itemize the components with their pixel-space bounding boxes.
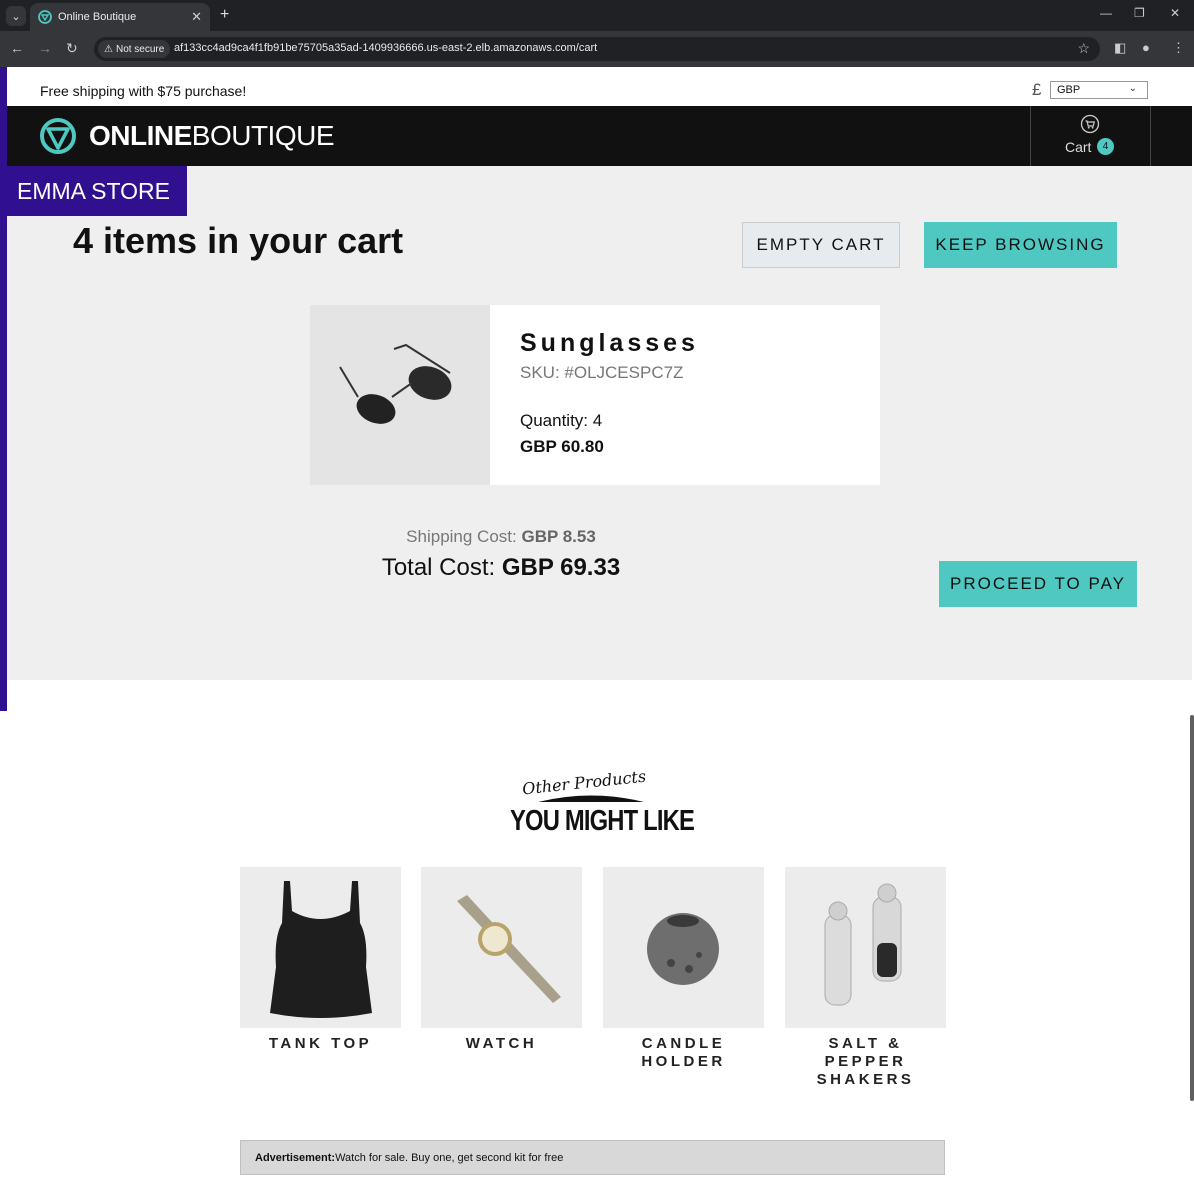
recommendation-item[interactable]: CANDLE HOLDER xyxy=(603,867,764,1071)
cart-icon xyxy=(1080,114,1100,134)
browser-tab-bar: ⌄ Online Boutique ✕ + — ❐ ✕ xyxy=(0,0,1194,31)
recommendations-main-title: YOU MIGHT LIKE xyxy=(510,805,695,837)
bookmark-star-icon[interactable]: ☆ xyxy=(1077,40,1090,57)
sunglasses-icon xyxy=(310,305,490,485)
close-tab-icon[interactable]: ✕ xyxy=(191,9,202,25)
browser-tab[interactable]: Online Boutique ✕ xyxy=(30,3,210,31)
proceed-to-pay-button[interactable]: PROCEED TO PAY xyxy=(939,561,1137,607)
warning-icon: ⚠ xyxy=(104,43,113,55)
currency-value: GBP xyxy=(1057,84,1081,96)
logo-text[interactable]: ONLINEBOUTIQUE xyxy=(89,120,335,152)
logo-light: BOUTIQUE xyxy=(191,120,335,151)
page-viewport: 4 items in your cart EMPTY CART KEEP BRO… xyxy=(0,67,1194,1185)
shipping-cost: Shipping Cost: GBP 8.53 xyxy=(7,527,995,547)
shipping-value: GBP 8.53 xyxy=(521,527,596,546)
favicon-icon xyxy=(38,10,52,24)
url-text[interactable]: af133cc4ad9ca4f1fb91be75705a35ad-1409936… xyxy=(174,42,597,54)
tank-top-image[interactable] xyxy=(240,867,401,1028)
tab-title: Online Boutique xyxy=(58,11,137,23)
logo-bold: ONLINE xyxy=(89,120,192,151)
cart-item: Sunglasses SKU: #OLJCESPC7Z Quantity: 4 … xyxy=(310,305,880,485)
currency-select[interactable]: GBP ⌄ xyxy=(1050,81,1148,99)
site-navbar: ONLINEBOUTIQUE Cart 4 xyxy=(7,106,1192,166)
recommendation-item[interactable]: TANK TOP xyxy=(240,867,401,1053)
back-icon[interactable]: ← xyxy=(10,40,24,56)
store-accent-bar xyxy=(0,67,7,711)
recommendation-item[interactable]: WATCH xyxy=(421,867,582,1053)
sunglasses-image[interactable] xyxy=(310,305,490,485)
recommendation-name: TANK TOP xyxy=(268,1035,373,1052)
new-tab-icon[interactable]: + xyxy=(220,6,229,24)
recommendation-name: SALT & PEPPER SHAKERS xyxy=(816,1035,915,1088)
menu-kebab-icon[interactable]: ⋮ xyxy=(1172,40,1185,56)
title-arc-decoration xyxy=(538,795,644,802)
advertisement-banner[interactable]: Advertisement: Watch for sale. Buy one, … xyxy=(240,1140,945,1175)
currency-symbol: £ xyxy=(1032,80,1042,99)
forward-icon[interactable]: → xyxy=(38,40,52,56)
cart-heading: 4 items in your cart xyxy=(73,220,404,261)
side-panel-icon[interactable]: ◧ xyxy=(1114,40,1126,56)
chevron-down-icon: ⌄ xyxy=(1128,83,1137,94)
shipping-label: Shipping Cost: xyxy=(406,527,522,546)
recommendation-name: CANDLE HOLDER xyxy=(641,1035,726,1070)
logo-icon[interactable] xyxy=(39,116,77,156)
promo-text: Free shipping with $75 purchase! xyxy=(40,83,247,99)
item-quantity: Quantity: 4 xyxy=(520,411,603,430)
not-secure-label: Not secure xyxy=(115,43,165,55)
not-secure-chip[interactable]: ⚠ Not secure xyxy=(98,40,171,58)
address-bar[interactable]: ⚠ Not secure af133cc4ad9ca4f1fb91be75705… xyxy=(94,37,1100,61)
recommendation-name: WATCH xyxy=(465,1035,538,1052)
browser-toolbar: ← → ↻ ⚠ Not secure af133cc4ad9ca4f1fb91b… xyxy=(0,31,1194,67)
close-window-icon[interactable]: ✕ xyxy=(1170,6,1180,20)
total-cost: Total Cost: GBP 69.33 xyxy=(7,554,995,582)
profile-icon[interactable]: ● xyxy=(1142,40,1150,55)
store-name-badge: EMMA STORE xyxy=(7,166,187,216)
candle-holder-image[interactable] xyxy=(603,867,764,1028)
ad-text: Watch for sale. Buy one, get second kit … xyxy=(335,1151,564,1164)
reload-icon[interactable]: ↻ xyxy=(66,40,78,57)
tank-top-icon xyxy=(240,867,401,1028)
salt-pepper-shakers-icon xyxy=(785,867,946,1028)
item-sku: SKU: #OLJCESPC7Z xyxy=(520,363,684,382)
candle-holder-icon xyxy=(603,867,764,1028)
total-label: Total Cost: xyxy=(381,554,502,581)
recommendation-item[interactable]: SALT & PEPPER SHAKERS xyxy=(785,867,946,1089)
empty-cart-button[interactable]: EMPTY CART xyxy=(742,222,900,268)
ad-label: Advertisement: xyxy=(255,1151,336,1164)
minimize-icon[interactable]: — xyxy=(1100,6,1112,20)
item-price: GBP 60.80 xyxy=(520,437,604,456)
total-value: GBP 69.33 xyxy=(501,554,621,581)
cart-label: Cart xyxy=(1065,139,1092,155)
recommendations-title: Other Products YOU MIGHT LIKE xyxy=(492,767,695,843)
salt-pepper-image[interactable] xyxy=(785,867,946,1028)
restore-icon[interactable]: ❐ xyxy=(1134,6,1145,20)
page-scrollbar[interactable] xyxy=(1190,715,1194,1101)
tab-search-dropdown-icon[interactable]: ⌄ xyxy=(6,6,26,26)
cart-section: 4 items in your cart EMPTY CART KEEP BRO… xyxy=(7,166,1192,680)
item-name[interactable]: Sunglasses xyxy=(520,329,699,358)
keep-browsing-button[interactable]: KEEP BROWSING xyxy=(924,222,1117,268)
promo-bar: Free shipping with $75 purchase! £ GBP ⌄ xyxy=(7,67,1192,106)
watch-image[interactable] xyxy=(421,867,582,1028)
cart-link[interactable]: Cart 4 xyxy=(1030,106,1151,166)
cart-count-badge: 4 xyxy=(1097,138,1114,155)
watch-icon xyxy=(421,867,582,1028)
